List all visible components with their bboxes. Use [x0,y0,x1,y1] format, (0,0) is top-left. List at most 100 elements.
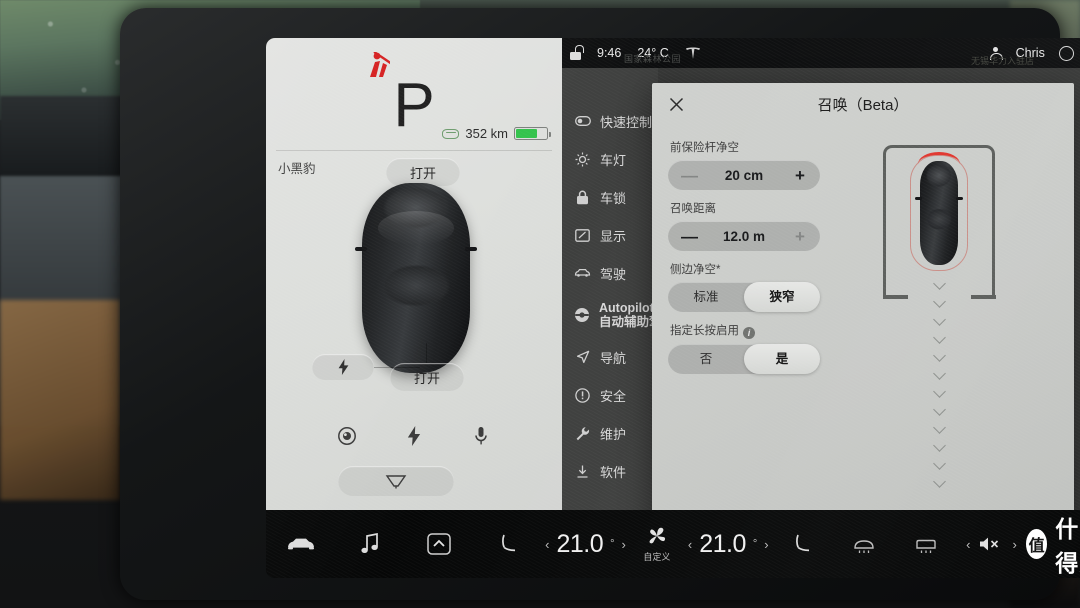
sidebar-item-driving[interactable]: 驾驶 [562,254,658,292]
charge-port-button[interactable] [312,354,374,380]
download-icon [574,464,591,479]
volume-increase-icon[interactable]: › [1012,537,1016,552]
sidebar-item-software[interactable]: 软件 [562,452,658,490]
wiper-icon [385,473,407,489]
sidebar-item-display[interactable]: 显示 [562,216,658,254]
info-icon[interactable]: i [743,327,755,339]
vehicle-top-view-icon [915,161,963,265]
settings-column: 前保险杆净空 — 20 cm + 召唤距离 — 12.0 m + 侧边净空* 标… [668,129,820,463]
decrement-button[interactable]: — [681,228,698,245]
sidebar-item-service[interactable]: 维护 [562,414,658,452]
microphone-icon[interactable] [468,423,494,449]
vehicle-name: 小黑豹 [278,162,316,176]
wood-trim [0,300,120,500]
taskbar-front-defrost[interactable] [895,510,957,578]
navigation-arrow-icon [574,350,591,364]
require-hold-label: 指定长按启用 i [670,322,820,339]
steering-wheel-icon [574,307,590,323]
summon-path-chevrons [879,277,999,488]
sidebar-item-label: 安全 [600,388,627,404]
taskbar-car-button[interactable] [266,510,335,578]
chevron-down-icon [932,475,946,488]
chevron-down-icon [932,295,946,308]
close-icon[interactable] [664,92,688,116]
summon-distance-label: 召唤距离 [670,203,716,215]
right-temperature-value: 21.0 [699,529,746,558]
range-value: 352 km [465,126,508,141]
front-clearance-value: 20 cm [724,167,764,183]
sidebar-item-navigation[interactable]: 导航 [562,338,658,376]
temp-increase-icon[interactable]: › [622,537,626,552]
temp-decrease-icon[interactable]: ‹ [688,537,692,552]
chevron-down-icon [932,385,946,398]
watermark-badge: 值 [1026,529,1048,559]
tesla-logo [685,47,701,60]
left-temperature-value: 21.0 [556,529,604,558]
require-hold-option-no[interactable]: 否 [668,344,744,374]
taskbar-right-seat-heater[interactable] [771,510,833,578]
chevron-up-box-icon [427,533,451,555]
front-trunk-open-button[interactable]: 打开 [386,158,460,186]
taskbar-expand-button[interactable] [404,510,473,578]
require-hold-label-text: 指定长按启用 [670,325,739,337]
taskbar-right-temperature[interactable]: ‹ 21.0 ° › [686,510,771,578]
mirror-right-icon [465,247,477,251]
sidebar-item-quick-controls[interactable]: 快速控制 [562,102,658,140]
require-hold-option-yes[interactable]: 是 [744,344,820,374]
sidebar-item-safety[interactable]: 安全 [562,376,658,414]
mirror-left-icon [355,247,367,251]
increment-button[interactable]: + [793,228,807,245]
unlock-icon[interactable] [570,45,584,60]
taskbar-volume[interactable]: ‹ › [957,510,1026,578]
sidebar-item-locks[interactable]: 车锁 [562,178,658,216]
front-defrost-icon [914,534,938,554]
circle-icon[interactable] [1058,45,1074,61]
chevron-down-icon [932,277,946,290]
summon-distance-stepper[interactable]: — 12.0 m + [668,221,820,251]
side-clearance-option-narrow[interactable]: 狭窄 [744,282,820,312]
sidebar-item-label: 驾驶 [600,266,627,282]
sidebar-item-lights[interactable]: 车灯 [562,140,658,178]
wrench-icon [574,426,591,441]
taskbar-media-button[interactable] [335,510,404,578]
touchscreen-display: P 352 km 小黑豹 打开 打开 9:46 24° C Chris 国家森林… [266,38,1080,578]
side-clearance-option-standard[interactable]: 标准 [668,282,744,312]
sidebar-item-label: 导航 [600,350,627,366]
vehicle-top-view [355,183,477,373]
sidebar-item-label: 显示 [600,228,627,244]
side-clearance-label-text: 侧边净空 [670,264,716,276]
front-clearance-stepper[interactable]: — 20 cm + [668,160,820,190]
require-hold-segmented[interactable]: 否 是 [668,344,820,374]
degree-symbol: ° [752,538,758,550]
taskbar-rear-defrost[interactable] [833,510,895,578]
taskbar-left-seat-heater[interactable] [474,510,543,578]
temp-increase-icon[interactable]: › [764,537,768,552]
photo-scene: P 352 km 小黑豹 打开 打开 9:46 24° C Chris 国家森林… [0,0,1080,608]
volume-mute-icon[interactable] [979,536,1003,552]
increment-button[interactable]: + [793,167,807,184]
camera-icon[interactable] [334,423,360,449]
temp-decrease-icon[interactable]: ‹ [545,537,549,552]
side-clearance-segmented[interactable]: 标准 狭窄 [668,282,820,312]
chevron-down-icon [932,457,946,470]
taskbar-left-temperature[interactable]: ‹ 21.0 ° › [543,510,628,578]
car-icon [286,536,316,552]
charge-bolt-icon[interactable] [401,423,427,449]
summon-diagram [879,143,999,488]
summon-settings-modal: 召唤（Beta） 前保险杆净空 — 20 cm + 召唤距离 — 12.0 m … [652,83,1074,563]
safety-icon [574,387,591,403]
chevron-down-icon [932,403,946,416]
wiper-button[interactable] [338,466,454,496]
sidebar-item-autopilot[interactable]: Autopilot 自动辅助驾驶 [562,292,674,338]
fan-icon [646,525,668,547]
taskbar-fan-button[interactable]: 自定义 [628,510,686,578]
map-label-background-1: 国家森林公园 [624,54,682,64]
panel-divider [276,150,552,151]
decrement-button[interactable]: — [681,167,698,184]
chevron-down-icon [932,349,946,362]
seat-heater-icon [499,533,517,555]
volume-decrease-icon[interactable]: ‹ [966,537,970,552]
touchscreen-bezel: P 352 km 小黑豹 打开 打开 9:46 24° C Chris 国家森林… [120,8,1080,600]
fan-label: 自定义 [643,552,671,562]
modal-header: 召唤（Beta） [652,83,1074,125]
